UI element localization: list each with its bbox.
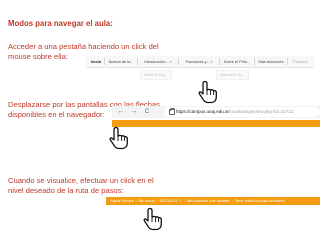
breadcrumb-separator: / <box>136 199 138 203</box>
subtab-label: Sobre el Seg... <box>144 73 168 77</box>
breadcrumb-item-section[interactable]: Más funciones y las variables <box>187 199 230 203</box>
site-header-bar <box>112 120 320 127</box>
tab-label: Sobre el Prim... <box>223 59 251 64</box>
lock-icon <box>169 107 175 115</box>
breadcrumb-item-home[interactable]: Página Principal <box>110 199 134 203</box>
tab-practica[interactable]: Práctica <box>289 56 311 67</box>
tab-label: Más funciones <box>258 59 284 64</box>
chevron-down-icon: ▾ <box>169 60 172 64</box>
tab-label: Práctica <box>292 59 308 64</box>
tab-divider <box>104 58 105 65</box>
tab-divider <box>254 58 255 65</box>
url-path: /mod/assign/view.php?id=22712 <box>229 109 294 114</box>
subtab-mas-sobre[interactable]: Más sobre Sc... <box>216 70 249 80</box>
forward-button[interactable]: → <box>129 106 139 118</box>
tab-divider <box>178 58 179 65</box>
breadcrumb-item-course[interactable]: SEC/2021/1° C <box>159 199 181 203</box>
tab-introduccion[interactable]: Introducción...▾ <box>139 56 177 67</box>
page-title: Modos para navegar el aula: <box>8 19 113 28</box>
tab-label: Introducción... <box>144 59 169 64</box>
breadcrumb-separator: / <box>184 199 186 203</box>
course-tab-bar: Inicio Acerca de la... Introducción...▾ … <box>86 56 314 68</box>
tab-mas-funciones[interactable]: Más funciones <box>256 56 286 67</box>
tab-divider <box>287 58 288 65</box>
subtab-label: Más sobre Sc... <box>220 73 245 77</box>
tab-sobre-primero[interactable]: Sobre el Prim... <box>221 56 253 67</box>
chevron-down-icon: ▾ <box>210 60 213 64</box>
breadcrumb-item-assignment[interactable]: Tarea: realizá la propia simulación <box>235 199 285 203</box>
hand-pointer-icon <box>198 80 217 104</box>
tab-funciones[interactable]: Funciones y...▾ <box>180 56 218 67</box>
tab-acerca[interactable]: Acerca de la... <box>106 56 136 67</box>
subtab-sobre-segundo[interactable]: Sobre el Seg... <box>140 70 172 80</box>
tab-label: Funciones y... <box>185 59 210 64</box>
tab-divider <box>137 58 138 65</box>
hand-pointer-icon <box>143 207 162 231</box>
tab-label: Inicio <box>90 59 102 64</box>
breadcrumb-item-my-courses[interactable]: Mis cursos <box>139 199 155 203</box>
tab-inicio[interactable]: Inicio <box>89 56 103 67</box>
step3-instruction: Cuando se visualice, efectuar un click e… <box>8 176 154 195</box>
breadcrumb: Página Principal / Mis cursos / SEC/2021/1° … <box>106 197 320 205</box>
url-host: https://campus.unaj.edu.ar <box>176 109 230 114</box>
address-bar[interactable]: https://campus.unaj.edu.ar/mod/assign/vi… <box>164 107 320 117</box>
breadcrumb-separator: / <box>232 199 234 203</box>
hand-pointer-icon <box>109 126 128 150</box>
tab-divider <box>219 58 220 65</box>
back-button[interactable]: ← <box>116 106 126 118</box>
browser-toolbar: ← → C https://campus.unaj.edu.ar/mod/ass… <box>112 106 320 118</box>
tab-label: Acerca de la... <box>108 59 134 64</box>
breadcrumb-separator: / <box>157 199 158 203</box>
reload-button[interactable]: C <box>142 106 152 118</box>
url-text: https://campus.unaj.edu.ar/mod/assign/vi… <box>176 107 293 117</box>
